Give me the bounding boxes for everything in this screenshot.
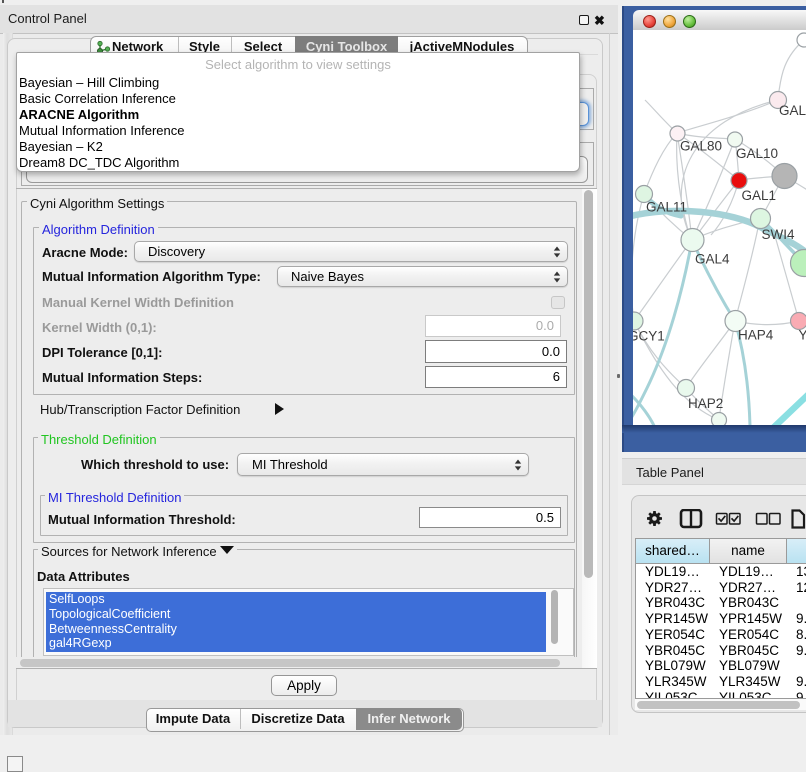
svg-text:GAL7: GAL7 xyxy=(779,103,806,118)
svg-text:GAL11: GAL11 xyxy=(646,200,687,215)
svg-text:GAL4: GAL4 xyxy=(695,252,730,267)
svg-text:YP: YP xyxy=(799,328,806,343)
svg-text:GAL1: GAL1 xyxy=(742,188,777,203)
svg-text:SWI4: SWI4 xyxy=(762,227,795,242)
svg-text:HAP2: HAP2 xyxy=(688,396,723,411)
svg-text:GAL80: GAL80 xyxy=(680,139,722,154)
svg-text:GAL10: GAL10 xyxy=(736,146,778,161)
svg-text:HAP4: HAP4 xyxy=(738,328,774,343)
svg-text:GCY1: GCY1 xyxy=(633,329,665,344)
